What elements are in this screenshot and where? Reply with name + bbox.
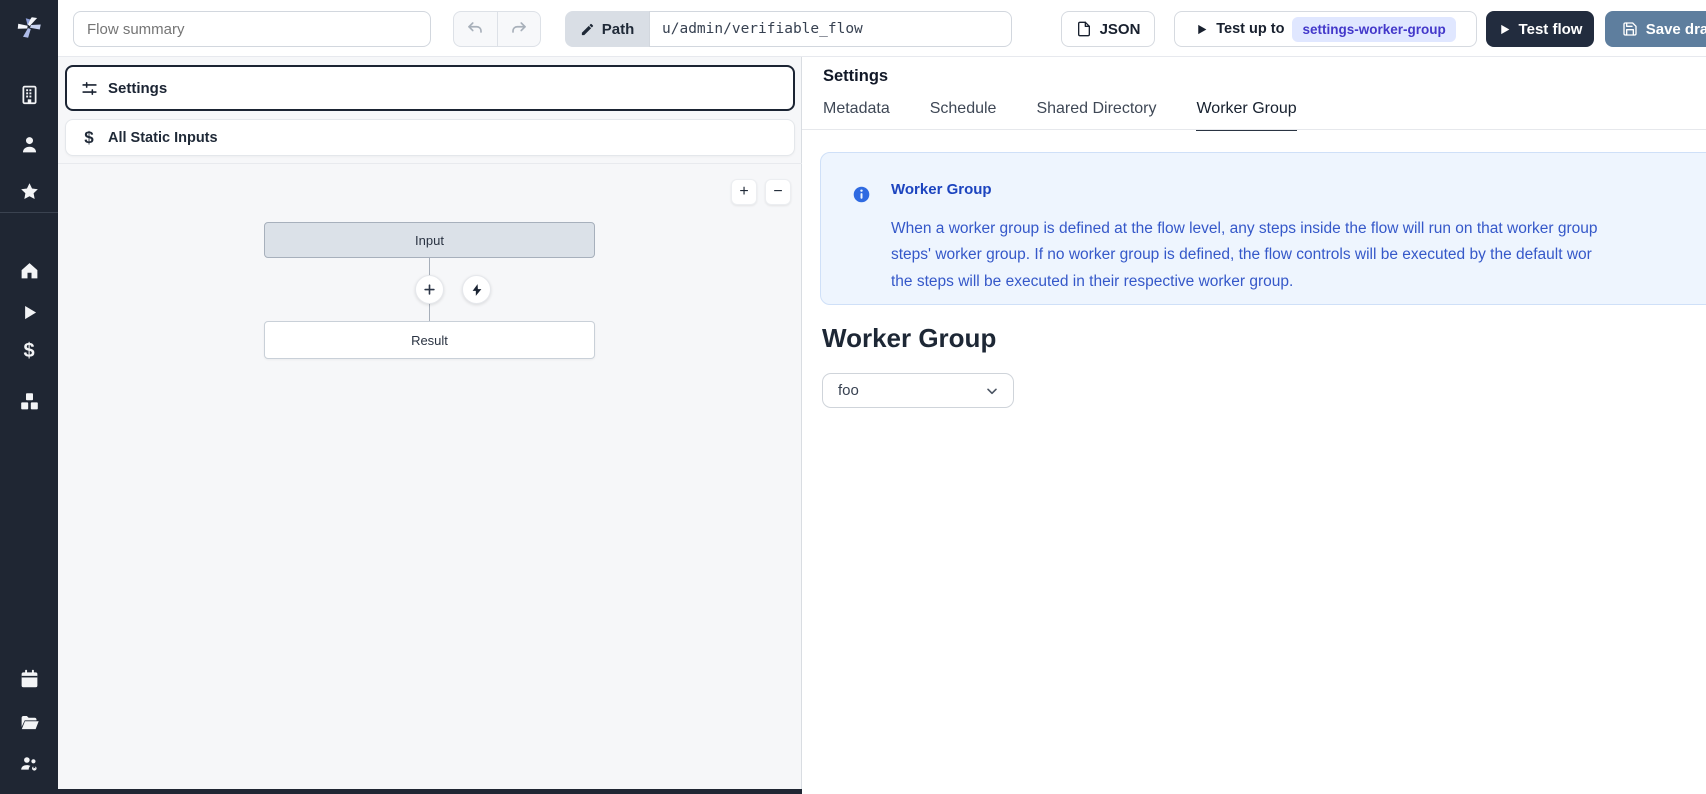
play-icon [19,302,40,323]
pencil-icon [580,22,595,37]
sidebar-item-schedules[interactable] [17,666,41,690]
settings-tabs: Metadata Schedule Shared Directory Worke… [823,100,1297,131]
undo-button[interactable] [454,12,497,46]
tab-shared-directory[interactable]: Shared Directory [1036,100,1156,131]
sidebar-item-variables[interactable]: $ [17,339,41,363]
topbar: Path u/admin/verifiable_flow JSON Test u… [58,0,1706,57]
play-icon [1195,23,1208,36]
windmill-logo-icon[interactable] [14,12,44,42]
tab-schedule[interactable]: Schedule [930,100,997,131]
worker-group-info-box: Worker Group When a worker group is defi… [820,152,1706,305]
info-body: When a worker group is defined at the fl… [891,216,1706,295]
info-line: When a worker group is defined at the fl… [891,216,1706,242]
sidebar-item-groups[interactable] [17,751,41,775]
save-draft-button[interactable]: Save draft [1605,11,1706,47]
worker-group-section-title: Worker Group [822,323,996,354]
sidebar-item-folders[interactable] [17,710,41,734]
sidebar-item-resources[interactable] [17,389,41,413]
test-up-to-button[interactable]: Test up to settings-worker-group [1174,11,1477,47]
redo-button[interactable] [497,12,541,46]
user-icon [19,134,40,155]
dollar-icon: $ [80,128,98,148]
sidebar-item-home[interactable] [17,258,41,282]
star-icon [19,181,40,202]
info-line: steps' worker group. If no worker group … [891,242,1706,268]
bottom-bar [58,789,802,794]
sidebar-item-workspace[interactable] [17,82,41,106]
boxes-icon [19,391,40,412]
lightning-bolt-icon [470,283,484,297]
all-static-inputs-item[interactable]: $ All Static Inputs [65,119,795,156]
folder-open-icon [19,712,40,733]
path-label: Path [602,21,635,38]
tabs-underline [802,129,1706,130]
zoom-in-button[interactable]: + [731,179,757,205]
undo-redo-group [453,11,541,47]
file-json-icon [1076,21,1092,37]
users-gear-icon [19,753,40,774]
test-flow-button[interactable]: Test flow [1486,11,1594,47]
worker-group-select[interactable]: foo [822,373,1014,408]
zoom-out-button[interactable]: − [765,179,791,205]
chevron-down-icon [984,383,1000,399]
add-step-button[interactable] [415,275,444,304]
dollar-icon: $ [23,341,34,361]
edit-path-button[interactable]: Path [565,11,649,47]
plus-circle-icon [422,282,437,297]
save-icon [1622,21,1638,37]
flow-graph-panel: Settings $ All Static Inputs + − Input R… [58,57,802,794]
sidebar-item-runs[interactable] [17,300,41,324]
sidebar-item-favorites[interactable] [17,179,41,203]
sliders-icon [81,80,98,97]
redo-icon [510,20,528,38]
json-button[interactable]: JSON [1061,11,1155,47]
building-icon [19,84,40,105]
add-trigger-button[interactable] [462,275,491,304]
undo-icon [466,20,484,38]
input-node[interactable]: Input [264,222,595,258]
path-value-field[interactable]: u/admin/verifiable_flow [649,11,1012,47]
flow-summary-input[interactable] [73,11,431,47]
settings-panel: Settings Metadata Schedule Shared Direct… [802,57,1706,794]
info-title: Worker Group [891,181,992,198]
play-icon [1498,23,1511,36]
panel-divider [58,163,802,164]
sidebar-divider [0,212,58,213]
sidebar: $ [0,0,58,794]
result-node[interactable]: Result [264,321,595,359]
info-line: the steps will be executed in their resp… [891,269,1706,295]
test-up-to-step-badge[interactable]: settings-worker-group [1292,17,1455,42]
tab-metadata[interactable]: Metadata [823,100,890,131]
flow-settings-item[interactable]: Settings [65,65,795,111]
settings-panel-title: Settings [823,67,888,86]
calendar-icon [19,668,40,689]
tab-worker-group[interactable]: Worker Group [1196,100,1296,131]
worker-group-selected-value: foo [838,382,984,399]
flow-editor-window: $ Path u/admin/verifi [0,0,1706,794]
info-icon [853,186,870,203]
sidebar-item-user[interactable] [17,132,41,156]
home-icon [19,260,40,281]
